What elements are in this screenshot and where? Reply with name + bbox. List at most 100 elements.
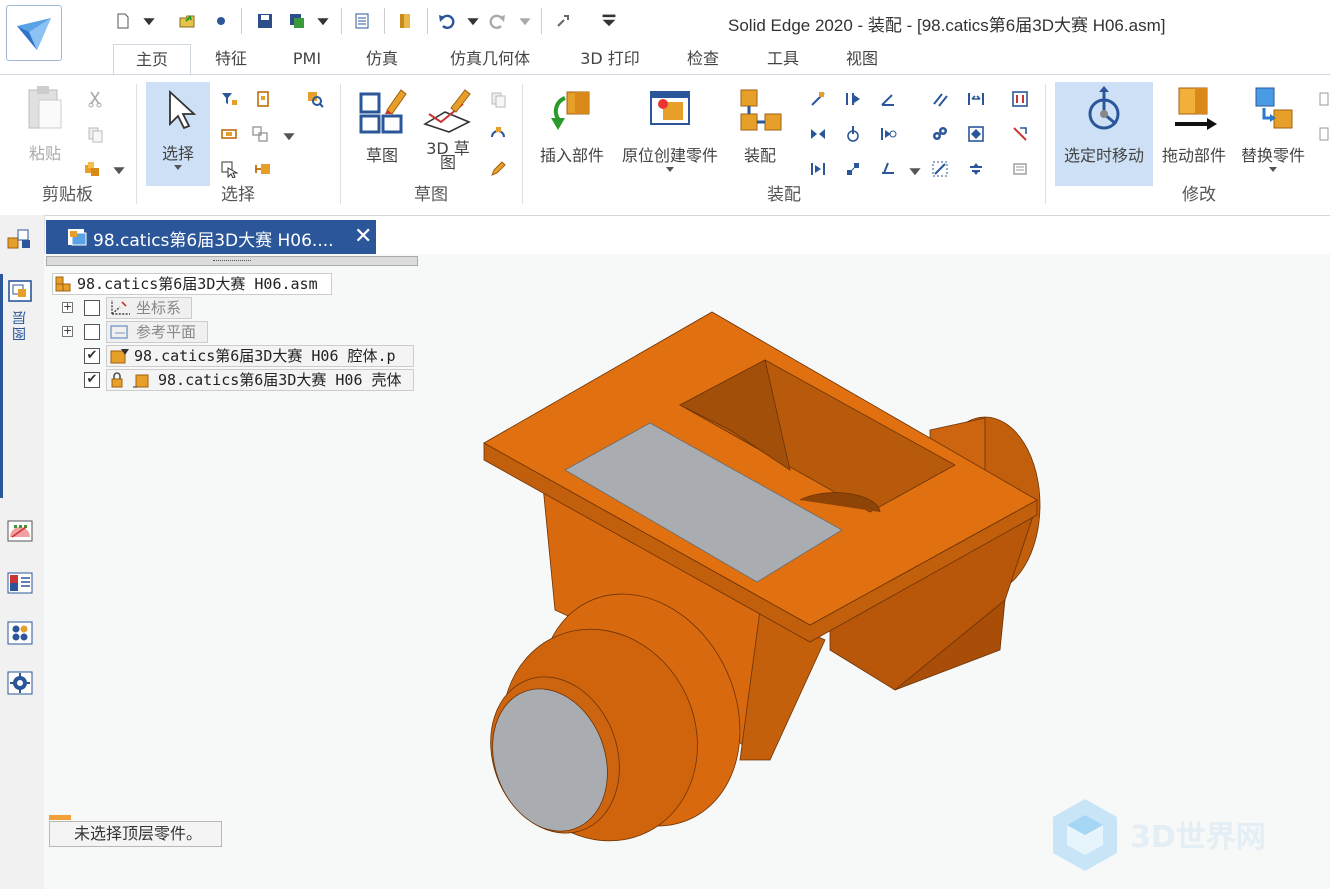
save-icon[interactable]	[254, 10, 276, 32]
sketch-button[interactable]: 草图	[352, 84, 412, 166]
mate-icon[interactable]	[808, 89, 828, 109]
cut-icon[interactable]	[85, 89, 105, 109]
new-dropdown-icon[interactable]	[142, 10, 156, 32]
select-filter-icon[interactable]	[219, 89, 239, 109]
replace-part-button[interactable]: 替换零件	[1236, 84, 1310, 174]
3d-sketch-button[interactable]: 3D 草图	[420, 84, 476, 171]
paste-dropdown-icon[interactable]	[112, 160, 126, 180]
properties-panel-icon[interactable]	[5, 568, 35, 598]
select-group-icon[interactable]	[253, 159, 273, 179]
copy-sketch-icon[interactable]	[488, 89, 508, 109]
select-tool-button[interactable]: 选择	[146, 82, 210, 186]
paste-button[interactable]: 粘贴	[22, 84, 68, 164]
path-icon[interactable]	[843, 159, 863, 179]
assemble-label: 装配	[743, 146, 776, 165]
assembly-3d-model[interactable]	[470, 300, 1060, 860]
tree-checkbox[interactable]	[84, 300, 100, 316]
tab-tools[interactable]: 工具	[753, 44, 813, 74]
tab-pmi[interactable]: PMI	[280, 44, 334, 74]
create-in-place-dropdown-icon[interactable]	[665, 166, 675, 174]
redo-dropdown-icon[interactable]	[518, 10, 532, 32]
find-in-view-icon[interactable]	[305, 89, 325, 109]
open-file-icon[interactable]	[176, 10, 198, 32]
gear-relation-icon[interactable]	[930, 124, 950, 144]
tangent-icon[interactable]	[808, 159, 828, 179]
tab-home[interactable]: 主页	[113, 44, 191, 76]
tab-view[interactable]: 视图	[832, 44, 892, 74]
relation-assistant-icon[interactable]	[930, 159, 950, 179]
new-file-icon[interactable]	[112, 10, 134, 32]
document-tab[interactable]: 98.catics第6届3D大赛 H06.... ✕	[46, 220, 376, 254]
layers-panel-icon[interactable]	[5, 276, 35, 306]
select-dropdown-icon[interactable]	[282, 126, 296, 146]
tab-inspect[interactable]: 检查	[675, 44, 731, 74]
tab-simulation[interactable]: 仿真	[355, 44, 409, 74]
cam-icon[interactable]	[1010, 124, 1030, 144]
more-tools-icon-2[interactable]	[1318, 124, 1330, 144]
more-tools-icon[interactable]	[1318, 89, 1330, 109]
tree-item-coordinate-systems[interactable]: 坐标系	[136, 297, 181, 319]
suppress-icon[interactable]	[966, 159, 986, 179]
tree-checkbox-checked[interactable]: ✔	[84, 348, 100, 364]
select-assembly-icon[interactable]	[253, 89, 273, 109]
properties-icon[interactable]	[351, 10, 373, 32]
find-file-icon[interactable]	[210, 10, 232, 32]
pathfinder-splitter[interactable]	[46, 256, 418, 266]
rigid-set-icon[interactable]	[966, 124, 986, 144]
tree-checkbox-checked[interactable]: ✔	[84, 372, 100, 388]
create-in-place-button[interactable]: 原位创建零件	[615, 84, 725, 174]
insert-icon[interactable]	[808, 124, 828, 144]
repeat-command-icon[interactable]	[552, 10, 574, 32]
customize-quick-access-icon[interactable]	[598, 10, 620, 32]
tab-simulation-geometry[interactable]: 仿真几何体	[432, 44, 548, 74]
relations-dropdown-icon[interactable]	[908, 161, 922, 181]
align-planar-icon[interactable]	[843, 89, 863, 109]
axial-align-icon[interactable]	[878, 124, 898, 144]
drag-component-button[interactable]: 拖动部件	[1158, 84, 1230, 166]
layers-label[interactable]: 图层	[10, 309, 30, 341]
save-dropdown-icon[interactable]	[316, 10, 330, 32]
reference-plane-icon	[110, 325, 128, 339]
parallel-icon[interactable]	[930, 89, 950, 109]
connect-icon[interactable]	[843, 124, 863, 144]
sketch-tool-icon[interactable]	[488, 124, 508, 144]
select-subassembly-icon[interactable]	[250, 124, 270, 144]
select-tools-icon[interactable]	[219, 159, 239, 179]
select-dropdown-icon[interactable]	[173, 164, 183, 172]
tree-item-cavity-part[interactable]: 98.catics第6届3D大赛 H06 腔体.p	[134, 345, 412, 367]
tree-checkbox[interactable]	[84, 324, 100, 340]
solid-edge-logo[interactable]	[6, 5, 62, 61]
undo-dropdown-icon[interactable]	[466, 10, 480, 32]
tree-item-housing-part[interactable]: 98.catics第6届3D大赛 H06 壳体	[158, 369, 412, 391]
angle-icon[interactable]	[878, 89, 898, 109]
center-plane-icon[interactable]	[966, 89, 986, 109]
library-panel-icon[interactable]	[5, 618, 35, 648]
close-tab-icon[interactable]: ✕	[354, 224, 372, 249]
select-part-icon[interactable]	[219, 124, 239, 144]
copy-icon[interactable]	[85, 124, 105, 144]
tab-3d-print[interactable]: 3D 打印	[565, 44, 655, 74]
replace-part-dropdown-icon[interactable]	[1268, 166, 1278, 174]
insert-component-button[interactable]: 插入部件	[534, 84, 610, 166]
sketch-pencil-icon[interactable]	[488, 159, 508, 179]
color-manager-icon[interactable]	[5, 516, 35, 546]
move-on-select-button[interactable]: 选定时移动	[1055, 82, 1153, 186]
structural-frame-icon[interactable]	[1010, 89, 1030, 109]
expand-icon[interactable]: +	[62, 301, 73, 313]
separator	[427, 8, 428, 34]
tree-item-reference-planes[interactable]: 参考平面	[136, 321, 196, 343]
save-all-icon[interactable]	[286, 10, 308, 32]
redo-icon[interactable]	[487, 10, 509, 32]
pathfinder-icon[interactable]	[5, 225, 35, 255]
tab-features[interactable]: 特征	[199, 44, 263, 74]
expand-icon[interactable]: +	[62, 325, 73, 337]
undo-icon[interactable]	[435, 10, 457, 32]
pattern-icon[interactable]	[1010, 159, 1030, 179]
paste-special-icon[interactable]	[82, 159, 102, 179]
modify-group-label: 修改	[1182, 185, 1216, 205]
ground-icon[interactable]	[878, 159, 898, 179]
assemble-button[interactable]: 装配	[732, 84, 788, 166]
create-in-place-label: 原位创建零件	[621, 146, 718, 165]
close-doc-icon[interactable]	[394, 10, 416, 32]
sensors-panel-icon[interactable]	[5, 668, 35, 698]
